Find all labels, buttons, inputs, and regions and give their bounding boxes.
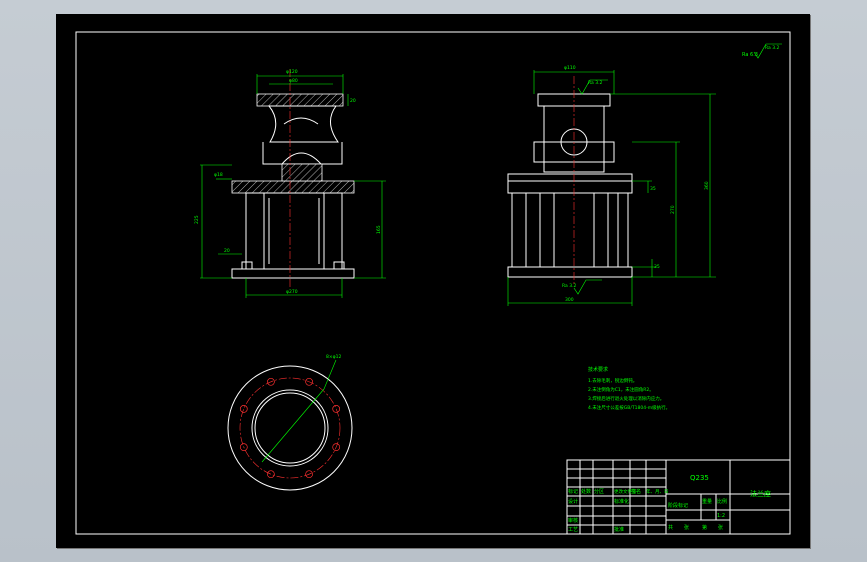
svg-text:Ra 3.2: Ra 3.2 [588,80,603,86]
drawing-canvas: φ120 φ80 20 φ18 225 165 20 φ270 φ110 360… [75,31,791,535]
dim-neck-width: φ80 [289,78,298,84]
bottom-view: 8×φ12 [227,354,353,491]
side-view: φ110 360 270 35 35 300 Ra 3.2 Ra 3.2 [507,65,716,306]
side-dim-mid: 270 [670,205,676,214]
roughness-symbol-top: Ra 3.2 [577,79,608,95]
tb-col-count: 处数 [581,488,591,495]
side-dim-a: 35 [650,186,656,192]
note-line-3: 3.焊接后进行退火处理以消除内应力。 [588,395,664,402]
title-block: 标记 设计 审核 工艺 处数 分区 更改文件号 签名 年、月、日 标准化 批准 … [566,459,791,535]
tb-col-sign: 签名 [631,488,641,495]
drawing-border [75,31,791,535]
side-dim-overall: 360 [704,181,710,190]
tb-material: Q235 [690,474,709,482]
mid-flange [231,180,355,194]
cad-viewport[interactable]: φ120 φ80 20 φ18 225 165 20 φ270 φ110 360… [0,0,867,562]
tb-row-design: 设计 [568,498,578,505]
tb-row-review: 审核 [568,517,578,524]
tb-scale-label: 比例 [717,498,727,505]
drawing-sheet: φ120 φ80 20 φ18 225 165 20 φ270 φ110 360… [56,14,810,548]
tb-sheets-2: 张 [718,524,723,531]
tb-col-zone: 分区 [594,488,604,495]
note-line-1: 1.去除毛刺，锐边倒钝。 [588,377,637,384]
note-line-4: 4.未注尺寸公差按GB/T1804-m级执行。 [588,404,670,411]
note-line-2: 2.未注倒角为C1，未注圆角R2。 [588,386,654,393]
tb-sheets-1: 张 [684,524,689,531]
dim-base-thick: 20 [224,248,230,254]
tb-row-process: 工艺 [568,527,578,533]
tb-scale: 1:2 [717,513,725,519]
dim-left-offset: φ18 [214,172,223,178]
top-flange [256,93,344,107]
dim-top-width: φ120 [286,69,298,75]
neck [267,105,339,143]
svg-text:Ra 6.3: Ra 6.3 [742,52,758,58]
dim-total-height: 225 [194,215,200,224]
dim-flange-height: 20 [350,98,356,104]
side-body [511,192,629,268]
roughness-general: Ra 6.3 Ra 3.2 [742,43,782,59]
bolt-hole [239,405,248,413]
bolt-label: 8×φ12 [326,354,341,360]
svg-text:Ra 3.2: Ra 3.2 [765,45,780,51]
body [245,192,343,270]
tb-standardization: 标准化 [614,498,629,505]
base-plate [231,268,355,279]
tb-page: 第 [702,524,707,531]
notes-title: 技术要求 [588,366,608,373]
side-dim-top: φ110 [564,65,576,71]
side-dim-base: 300 [565,297,574,303]
front-view: φ120 φ80 20 φ18 225 165 20 φ270 [194,69,386,298]
svg-text:Ra 3.2: Ra 3.2 [562,283,577,289]
dim-body-height: 165 [376,225,382,234]
side-base [507,266,633,278]
side-mid-flange [507,180,633,194]
roughness-symbol-bottom: Ra 3.2 [562,279,602,295]
tb-weight: 重量 [702,498,712,505]
tb-approve: 批准 [614,526,624,533]
side-dim-b: 35 [654,264,660,270]
inner-bore [251,389,329,467]
tb-total: 共 [668,524,673,531]
tb-stage-mark: 阶段标记 [668,502,688,509]
outer-circle [227,365,353,491]
technical-notes: 技术要求 1.去除毛刺，锐边倒钝。 2.未注倒角为C1，未注圆角R2。 3.焊接… [588,366,670,411]
tb-col-date: 年、月、日 [646,488,669,495]
bolt-hole [267,470,275,479]
tb-row-mark: 标记 [568,488,578,495]
tb-part-name: 法兰座 [750,489,771,498]
dim-base-width: φ270 [286,289,298,295]
